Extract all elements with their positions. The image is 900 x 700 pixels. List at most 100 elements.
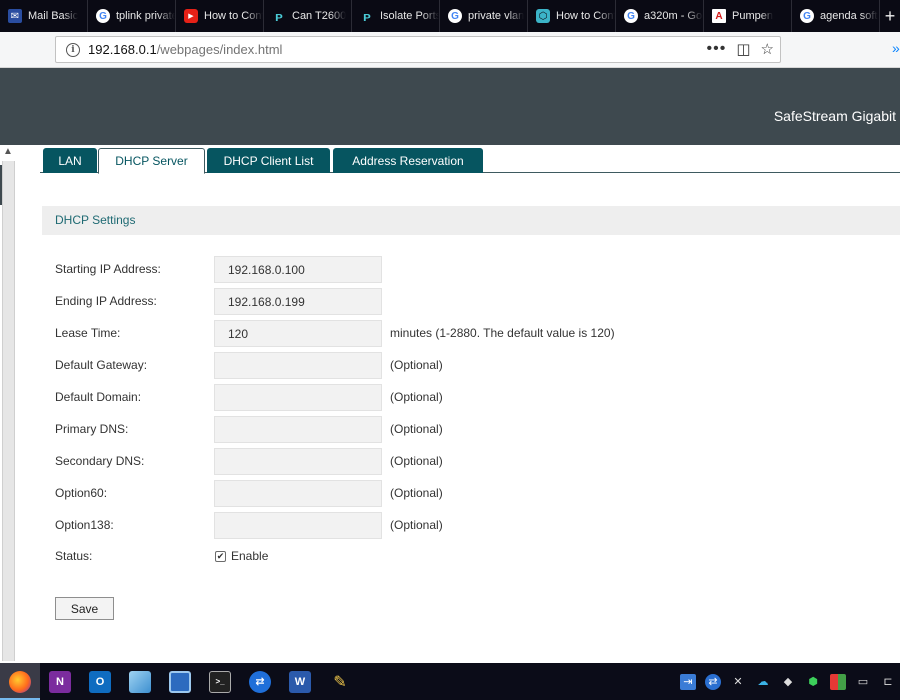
field-hint: (Optional) — [390, 518, 443, 532]
tplink-icon: ᴘ — [363, 8, 371, 24]
lease-time-input[interactable] — [214, 320, 382, 347]
default-gateway-input[interactable] — [214, 352, 382, 379]
field-label: Status: — [55, 549, 93, 563]
primary-dns-input[interactable] — [214, 416, 382, 443]
url-path: /webpages/index.html — [156, 42, 283, 57]
enable-checkbox-label[interactable]: Enable — [231, 543, 268, 570]
form-row-lease: Lease Time: minutes (1-2880. The default… — [55, 320, 900, 347]
product-name: SafeStream Gigabit — [773, 108, 896, 124]
tray-vpn-icon[interactable]: ◆ — [780, 674, 796, 690]
tray-teamviewer-icon[interactable]: ⇄ — [705, 673, 721, 690]
browser-tab[interactable]: Gprivate vlan — [440, 0, 528, 32]
form-row-domain: Default Domain: (Optional) — [55, 384, 900, 411]
tplink-icon: ᴘ — [275, 8, 283, 24]
info-icon[interactable]: i — [66, 42, 80, 57]
browser-tab[interactable]: ▶How to Configure — [176, 0, 264, 32]
google-icon: G — [624, 9, 638, 23]
a-icon: A — [712, 9, 726, 23]
browser-tab[interactable]: ᴘ Isolate Ports — [352, 0, 440, 32]
tray-security-icon[interactable] — [830, 673, 846, 690]
paint-icon: ✎ — [333, 673, 347, 691]
field-label: Default Gateway: — [55, 358, 148, 372]
form-row-option138: Option138: (Optional) — [55, 512, 900, 539]
end-ip-input[interactable] — [214, 288, 382, 315]
firefox-icon — [9, 670, 31, 693]
left-sidebar-strip: ▲ — [0, 145, 17, 663]
sidebar-scrollbar[interactable] — [2, 161, 15, 661]
enable-checkbox[interactable]: ✔ — [215, 551, 226, 562]
field-label: Starting IP Address: — [55, 262, 161, 276]
browser-tab[interactable]: ᴘ Can T2600 — [264, 0, 352, 32]
browser-tab[interactable]: Ga320m - Google — [616, 0, 704, 32]
taskbar: N O >_ ⇄ W ✎ ⇥ ⇄ ✕ ☁ ◆ ⬢ ▭ ⊏ — [0, 663, 900, 700]
option138-input[interactable] — [214, 512, 382, 539]
tab-bar: LAN DHCP Server DHCP Client List Address… — [40, 145, 900, 174]
field-hint: (Optional) — [390, 454, 443, 468]
pocket-icon[interactable]: ◫ — [736, 40, 750, 58]
field-label: Lease Time: — [55, 326, 121, 340]
taskbar-teamviewer[interactable]: ⇄ — [240, 663, 280, 700]
overflow-menu-icon[interactable]: » — [892, 40, 900, 56]
google-icon: G — [800, 9, 814, 23]
terminal-icon: >_ — [209, 670, 231, 693]
field-label: Option60: — [55, 486, 108, 500]
youtube-icon: ▶ — [184, 9, 198, 23]
browser-navbar: i 192.168.0.1/webpages/index.html ••• ◫ … — [0, 32, 900, 68]
form-row-secondary-dns: Secondary DNS: (Optional) — [55, 448, 900, 475]
taskbar-terminal[interactable]: >_ — [200, 663, 240, 700]
browser-tab-strip: ✉ Mail Basic Gtplink private ▶ How to Conf… — [0, 0, 900, 32]
url-bar[interactable]: i 192.168.0.1/webpages/index.html ••• ◫ … — [55, 36, 781, 63]
tray-shield-icon[interactable]: ⬢ — [805, 674, 821, 690]
section-title: DHCP Settings — [42, 206, 900, 235]
remote-desktop-icon — [169, 670, 191, 693]
google-icon: G — [448, 9, 462, 23]
browser-tab[interactable]: A Pumpen — [704, 0, 792, 32]
taskbar-firefox[interactable] — [0, 663, 40, 700]
taskbar-outlook[interactable]: O — [80, 663, 120, 700]
browser-tab[interactable]: Gagenda soft — [792, 0, 880, 32]
taskbar-paint[interactable]: ✎ — [320, 663, 360, 700]
taskbar-notepad[interactable] — [120, 663, 160, 700]
bookmark-star-icon[interactable]: ☆ — [761, 40, 774, 58]
outlook-icon: O — [89, 670, 111, 693]
scroll-up-icon[interactable]: ▲ — [3, 146, 13, 157]
field-label: Default Domain: — [55, 390, 142, 404]
tab-dhcp-server[interactable]: DHCP Server — [98, 148, 205, 174]
tray-nvidia-icon[interactable]: ✕ — [730, 674, 746, 690]
tab-address-reservation[interactable]: Address Reservation — [333, 148, 483, 173]
secondary-dns-input[interactable] — [214, 448, 382, 475]
default-domain-input[interactable] — [214, 384, 382, 411]
field-hint: (Optional) — [390, 358, 443, 372]
tray-display-icon[interactable]: ⊏ — [880, 674, 896, 690]
tray-cloud-icon[interactable]: ☁ — [755, 674, 771, 690]
form-row-primary-dns: Primary DNS: (Optional) — [55, 416, 900, 443]
field-hint: (Optional) — [390, 422, 443, 436]
taskbar-app[interactable] — [160, 663, 200, 700]
notepad-icon — [129, 670, 151, 693]
tray-network-icon[interactable]: ▭ — [855, 674, 871, 690]
url-host: 192.168.0.1 — [88, 42, 157, 57]
option60-input[interactable] — [214, 480, 382, 507]
form-row-option60: Option60: (Optional) — [55, 480, 900, 507]
save-button[interactable]: Save — [55, 597, 114, 620]
word-icon: W — [289, 670, 311, 693]
browser-tab[interactable]: ⬡How to Configure — [528, 0, 616, 32]
page-actions-icon[interactable]: ••• — [707, 40, 727, 58]
new-tab-button[interactable]: + — [880, 0, 900, 32]
taskbar-word[interactable]: W — [280, 663, 320, 700]
taskbar-onenote[interactable]: N — [40, 663, 80, 700]
form-row-status: Status: ✔ Enable — [55, 543, 900, 570]
field-hint: (Optional) — [390, 390, 443, 404]
tab-dhcp-client-list[interactable]: DHCP Client List — [207, 148, 330, 173]
tab-lan[interactable]: LAN — [43, 148, 97, 173]
field-hint: (Optional) — [390, 486, 443, 500]
field-label: Option138: — [55, 518, 114, 532]
onenote-icon: N — [49, 670, 71, 693]
start-ip-input[interactable] — [214, 256, 382, 283]
browser-tab[interactable]: Gtplink private — [88, 0, 176, 32]
browser-tab[interactable]: ✉ Mail Basic — [0, 0, 88, 32]
system-tray: ⇥ ⇄ ✕ ☁ ◆ ⬢ ▭ ⊏ — [680, 663, 896, 700]
url-actions: ••• ◫ ☆ — [707, 40, 774, 58]
teamviewer-icon: ⇄ — [249, 670, 271, 693]
tray-app-icon[interactable]: ⇥ — [680, 673, 696, 690]
